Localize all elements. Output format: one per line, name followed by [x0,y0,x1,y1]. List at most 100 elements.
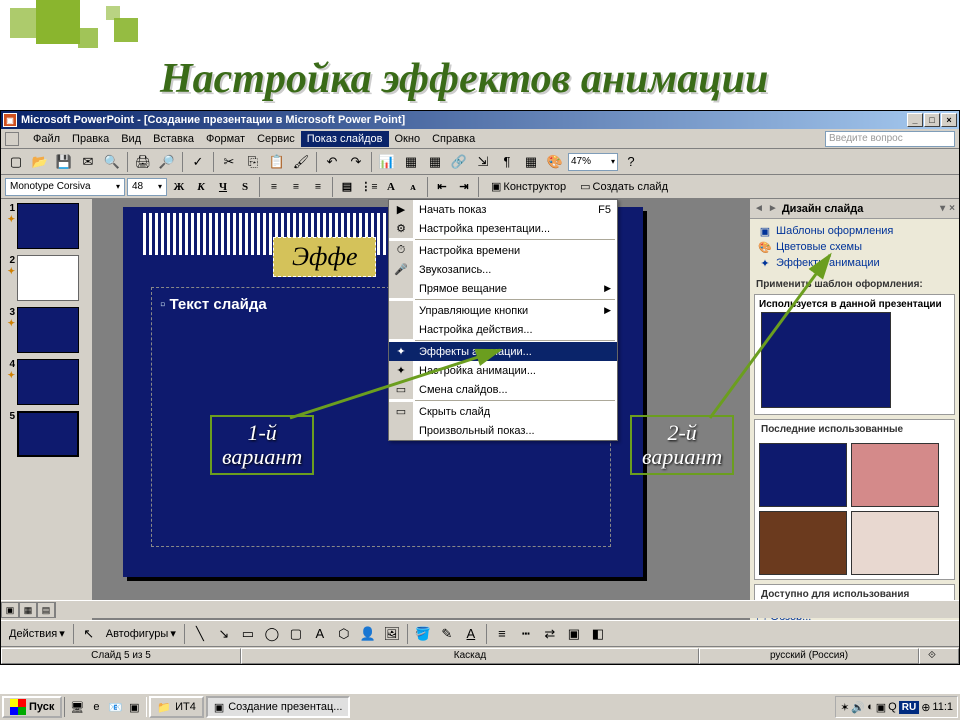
dropdown-item-4[interactable]: Прямое вещание▶ [389,279,617,298]
link-color-schemes[interactable]: 🎨Цветовые схемы [758,239,951,255]
decrease-indent-button[interactable]: ⇤ [432,177,452,197]
dropdown-item-0[interactable]: ▶Начать показF5 [389,200,617,219]
print-button[interactable]: 🖨 [132,151,154,173]
tray-icon-6[interactable]: ⊕ [921,701,930,714]
dropdown-item-9[interactable]: ▭Смена слайдов... [389,380,617,399]
restore-button[interactable]: □ [924,113,940,127]
shadow-style-button[interactable]: ▣ [563,623,585,645]
paste-button[interactable]: 📋 [266,151,288,173]
undo-button[interactable]: ↶ [321,151,343,173]
clipart-button[interactable]: 👤 [357,623,379,645]
textbox-button[interactable]: ▢ [285,623,307,645]
document-icon[interactable] [5,132,19,146]
close-task-pane[interactable]: × [949,203,955,214]
menu-tools[interactable]: Сервис [251,131,301,147]
taskbar-task-1[interactable]: 📁 ИТ4 [149,696,203,718]
line-color-button[interactable]: ✎ [436,623,458,645]
open-button[interactable]: 📂 [29,151,51,173]
bold-button[interactable]: Ж [169,177,189,197]
menu-format[interactable]: Формат [200,131,251,147]
recent-template-1[interactable] [759,443,847,507]
table-button[interactable]: ▦ [400,151,422,173]
dropdown-item-3[interactable]: 🎤Звукозапись... [389,260,617,279]
picture-button[interactable]: 🖼 [381,623,403,645]
slide-editor[interactable]: Эффе Текст слайда ▶Начать показF5⚙Настро… [93,199,749,629]
tray-icon-3[interactable]: ◐ [867,701,874,713]
menu-edit[interactable]: Правка [66,131,115,147]
recent-template-3[interactable] [759,511,847,575]
font-combo[interactable]: Monotype Corsiva [5,178,125,196]
dropdown-item-5[interactable]: Управляющие кнопки▶ [389,301,617,320]
sorter-view-button[interactable]: ▦ [19,602,37,618]
ql-ie-icon[interactable]: e [87,697,105,717]
slideshow-view-button[interactable]: ▤ [37,602,55,618]
dropdown-item-1[interactable]: ⚙Настройка презентации... [389,219,617,238]
menu-file[interactable]: Файл [27,131,66,147]
normal-view-button[interactable]: ▣ [1,602,19,618]
line-style-button[interactable]: ≡ [491,623,513,645]
forward-icon[interactable]: ► [768,203,778,214]
current-template-thumb[interactable] [761,312,891,408]
mail-button[interactable]: ✉ [77,151,99,173]
tray-icon-1[interactable]: ✶ [840,701,849,714]
color-button[interactable]: 🎨 [544,151,566,173]
spell-button[interactable]: ✓ [187,151,209,173]
help-button[interactable]: ? [620,151,642,173]
grid-button[interactable]: ▦ [520,151,542,173]
align-right-button[interactable]: ≡ [308,177,328,197]
minimize-button[interactable]: _ [907,113,923,127]
diagram-button[interactable]: ⬡ [333,623,355,645]
format-painter-button[interactable]: 🖌 [290,151,312,173]
dropdown-item-2[interactable]: ⏱Настройка времени [389,241,617,260]
dropdown-item-11[interactable]: Произвольный показ... [389,421,617,440]
menu-window[interactable]: Окно [389,131,427,147]
clock[interactable]: 11:1 [932,701,953,713]
ql-desktop-icon[interactable]: 🖥 [68,697,86,717]
zoom-combo[interactable]: 47% [568,153,618,171]
menu-view[interactable]: Вид [115,131,147,147]
slide-title-placeholder[interactable]: Эффе [273,237,376,277]
thumbnail-slide-3[interactable]: 3✦ [5,307,88,353]
dropdown-item-7[interactable]: ✦Эффекты анимации... [389,342,617,361]
line-button[interactable]: ╲ [189,623,211,645]
menu-help[interactable]: Справка [426,131,481,147]
thumbnail-slide-1[interactable]: 1✦ [5,203,88,249]
save-button[interactable]: 💾 [53,151,75,173]
new-button[interactable]: ▢ [5,151,27,173]
tray-icon-5[interactable]: Q [888,701,897,713]
preview-button[interactable]: 🔎 [156,151,178,173]
ql-outlook-icon[interactable]: 📧 [106,697,124,717]
thumbnail-slide-4[interactable]: 4✦ [5,359,88,405]
help-search-box[interactable]: Введите вопрос [825,131,955,147]
menu-slideshow[interactable]: Показ слайдов [301,131,389,147]
arrow-button[interactable]: ↘ [213,623,235,645]
recent-template-2[interactable] [851,443,939,507]
increase-font-button[interactable]: A [381,177,401,197]
copy-button[interactable]: ⎘ [242,151,264,173]
tray-icon-4[interactable]: ▣ [876,701,886,714]
back-icon[interactable]: ◄ [754,203,764,214]
shadow-button[interactable]: S [235,177,255,197]
align-center-button[interactable]: ≡ [286,177,306,197]
font-size-combo[interactable]: 48 [127,178,167,196]
ql-app-icon[interactable]: ▣ [125,697,143,717]
new-slide-button[interactable]: ▭ Создать слайд [576,178,672,195]
close-button[interactable]: × [941,113,957,127]
decrease-font-button[interactable]: ᴀ [403,177,423,197]
task-pane-header[interactable]: ◄ ► Дизайн слайда ▾ × [750,199,959,219]
dropdown-icon[interactable]: ▾ [940,203,945,214]
tables-borders-button[interactable]: ▦ [424,151,446,173]
menu-insert[interactable]: Вставка [147,131,200,147]
start-button[interactable]: Пуск [2,696,62,718]
font-color-button[interactable]: A [460,623,482,645]
link-templates[interactable]: ▣Шаблоны оформления [758,223,951,239]
thumbnail-slide-2[interactable]: 2✦ [5,255,88,301]
dropdown-item-8[interactable]: ✦Настройка анимации... [389,361,617,380]
taskbar-task-2[interactable]: ▣ Создание презентац... [206,696,351,718]
dropdown-item-10[interactable]: ▭Скрыть слайд [389,402,617,421]
rectangle-button[interactable]: ▭ [237,623,259,645]
recent-template-4[interactable] [851,511,939,575]
actions-menu[interactable]: Действия ▾ [5,625,69,642]
dropdown-item-6[interactable]: Настройка действия... [389,320,617,339]
redo-button[interactable]: ↷ [345,151,367,173]
